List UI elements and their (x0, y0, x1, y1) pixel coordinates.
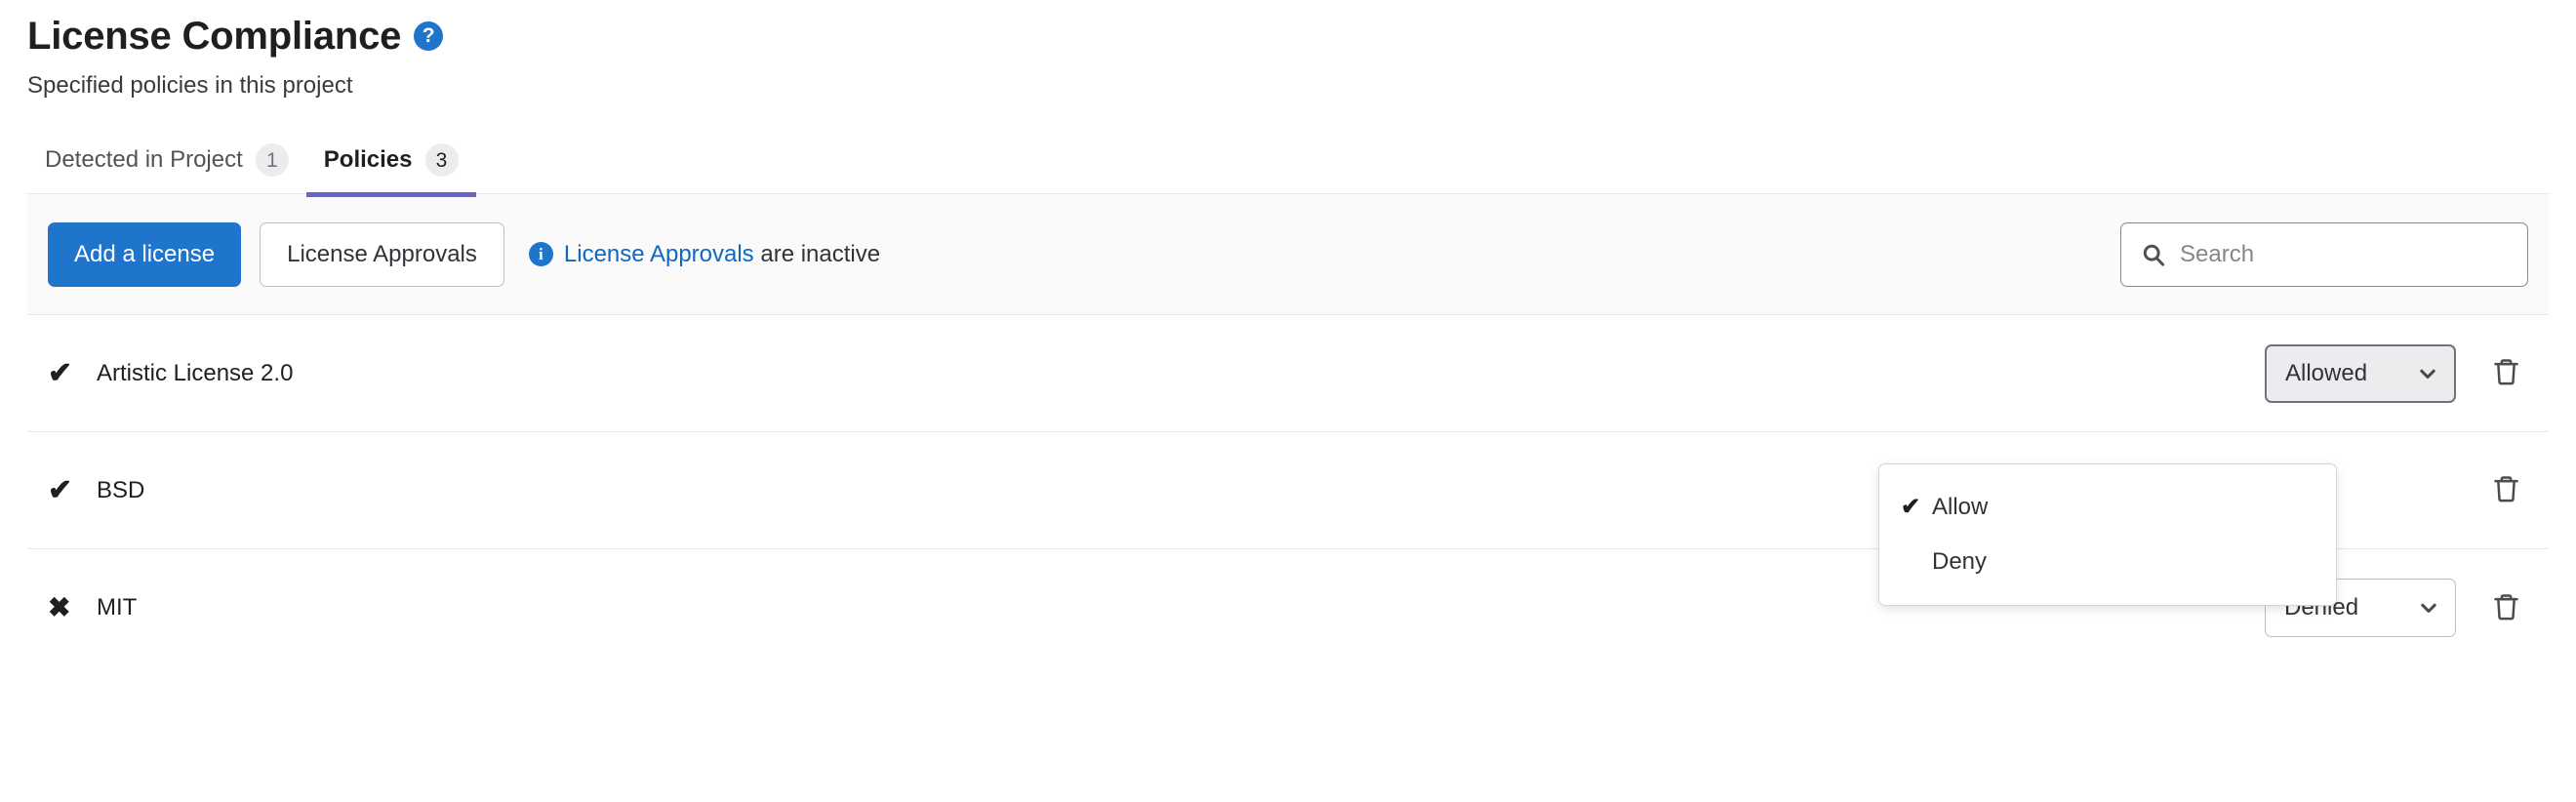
approval-dropdown-menu: ✔ Allow ✔ Deny (1878, 463, 2337, 606)
tab-bar: Detected in Project 1 Policies 3 (27, 130, 2549, 198)
trash-icon (2493, 357, 2519, 389)
search-container (2120, 221, 2528, 287)
tab-label: Detected in Project (45, 146, 243, 174)
page-subtitle: Specified policies in this project (27, 72, 353, 99)
cross-icon: ✖ (48, 592, 71, 623)
menu-item-allow[interactable]: ✔ Allow (1879, 480, 2336, 535)
add-license-button[interactable]: Add a license (48, 221, 242, 287)
check-icon: ✔ (48, 356, 73, 389)
delete-license-button[interactable] (2483, 585, 2528, 630)
license-approvals-inactive-text: are inactive (753, 240, 881, 267)
table-row: ✔ Artistic License 2.0 Allowed (27, 315, 2549, 433)
page-header: License Compliance ? Specified policies … (27, 0, 2549, 100)
license-compliance-page: License Compliance ? Specified policies … (0, 0, 2576, 802)
tab-policies[interactable]: Policies 3 (305, 143, 476, 198)
tab-badge-count: 3 (424, 143, 459, 178)
chevron-down-icon (2417, 363, 2438, 384)
menu-item-label: Allow (1932, 494, 1989, 520)
tab-detected-in-project[interactable]: Detected in Project 1 (27, 143, 306, 197)
trash-icon (2493, 474, 2519, 506)
question-circle-icon[interactable]: ? (414, 21, 444, 51)
chevron-down-icon (2418, 597, 2439, 619)
license-name: Artistic License 2.0 (97, 359, 294, 386)
approval-select[interactable]: Allowed (2265, 343, 2456, 403)
delete-license-button[interactable] (2483, 468, 2528, 513)
title-row: License Compliance ? (27, 14, 2549, 59)
tab-label: Policies (323, 146, 413, 174)
license-approvals-link[interactable]: License Approvals (564, 241, 754, 267)
license-approvals-button[interactable]: License Approvals (260, 221, 504, 287)
policies-toolbar: Add a license License Approvals i Licens… (27, 194, 2549, 316)
approval-select-container: Allowed (2265, 343, 2456, 403)
menu-item-deny[interactable]: ✔ Deny (1879, 535, 2336, 589)
page-title: License Compliance (27, 15, 402, 58)
tab-badge-count: 1 (255, 143, 289, 178)
trash-icon (2493, 592, 2519, 624)
info-circle-icon: i (528, 242, 553, 267)
approval-select-value: Allowed (2285, 359, 2368, 386)
check-icon-placeholder: ✔ (1901, 550, 1932, 574)
license-approvals-inactive-notice: i License Approvals are inactive (528, 240, 881, 268)
check-icon: ✔ (1901, 494, 1921, 520)
delete-license-button[interactable] (2483, 351, 2528, 396)
search-input[interactable] (2120, 221, 2528, 287)
check-icon: ✔ (48, 473, 73, 506)
menu-item-label: Deny (1932, 548, 1988, 575)
